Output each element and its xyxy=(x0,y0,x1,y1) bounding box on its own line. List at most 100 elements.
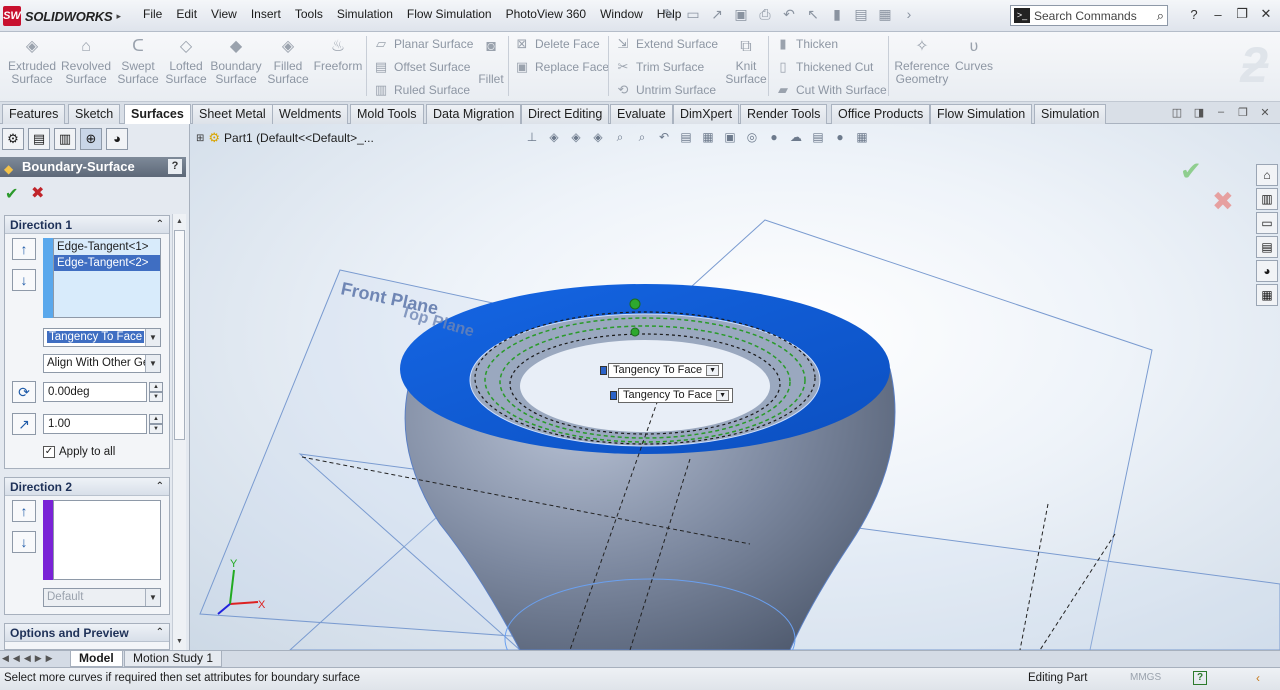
spin-down-icon[interactable]: ▼ xyxy=(149,424,163,434)
chevron-down-icon[interactable]: ▼ xyxy=(716,390,730,401)
chevron-down-icon[interactable]: ▼ xyxy=(145,355,160,372)
feature-tree-icon[interactable]: ⚙ xyxy=(2,128,24,150)
tab-office-products[interactable]: Office Products xyxy=(831,104,931,124)
draft-angle-field[interactable]: 0.00deg ▲ ▼ xyxy=(43,382,163,402)
tangent-length-input[interactable]: 1.00 xyxy=(43,414,147,434)
menu-flow-simulation[interactable]: Flow Simulation xyxy=(400,7,499,21)
open-icon[interactable]: ↗ xyxy=(708,5,726,23)
property-manager-icon[interactable]: ▤ xyxy=(28,128,50,150)
spin-down-icon[interactable]: ▼ xyxy=(149,392,163,402)
tab-sketch[interactable]: Sketch xyxy=(68,104,121,124)
options-icon[interactable]: ▦ xyxy=(876,5,894,23)
trim-surface-button[interactable]: ✂ Trim Surface xyxy=(614,57,705,77)
print-icon[interactable]: ⎙ xyxy=(756,5,774,23)
move-up-button[interactable]: ↑ xyxy=(12,238,36,260)
apply-scene-icon[interactable]: ☁ xyxy=(788,129,804,145)
thickened-cut-button[interactable]: ▯ Thickened Cut xyxy=(774,57,873,77)
tangency-callout-1[interactable]: Tangency To Face ▼ xyxy=(600,363,723,378)
search-input[interactable]: Search Commands xyxy=(1034,9,1157,23)
custom-properties-icon[interactable]: ▦ xyxy=(1256,284,1278,306)
scroll-up-icon[interactable]: ▲ xyxy=(174,215,185,229)
realview-icon[interactable]: ● xyxy=(832,129,848,145)
filled-surface-button[interactable]: ◈ Filled Surface xyxy=(262,39,314,86)
display-manager-icon[interactable]: ◕ xyxy=(106,128,128,150)
tangency-type-select[interactable]: Tangency To Face ▼ xyxy=(43,328,161,347)
tab-motion-study-1[interactable]: Motion Study 1 xyxy=(124,651,223,667)
spin-up-icon[interactable]: ▲ xyxy=(149,414,163,424)
feature-tree-flyout[interactable]: ⊞ ⚙ Part1 (Default<<Default>_... xyxy=(196,130,374,146)
tab-render-tools[interactable]: Render Tools xyxy=(740,104,828,124)
tab-weldments[interactable]: Weldments xyxy=(272,104,349,124)
more-icon[interactable]: › xyxy=(900,5,918,23)
isometric-view-icon[interactable]: ◈ xyxy=(568,129,584,145)
list-item[interactable]: Edge-Tangent<2> xyxy=(54,255,160,271)
tangent-length-stepper[interactable]: ▲ ▼ xyxy=(149,414,163,434)
tab-direct-editing[interactable]: Direct Editing xyxy=(521,104,610,124)
list-item[interactable]: Edge-Tangent<1> xyxy=(54,239,160,255)
curves-button[interactable]: ʋ Curves xyxy=(948,39,1000,73)
minimize-icon[interactable]: – xyxy=(1210,7,1226,22)
menu-window[interactable]: Window xyxy=(593,7,650,21)
extend-surface-button[interactable]: ⇲ Extend Surface xyxy=(614,34,719,54)
view-orientation-icon[interactable]: ⊥ xyxy=(524,129,540,145)
draft-angle-stepper[interactable]: ▲ ▼ xyxy=(149,382,163,402)
doc-minimize-icon[interactable]: – xyxy=(1214,106,1228,119)
menu-insert[interactable]: Insert xyxy=(244,7,288,21)
previous-view-icon[interactable]: ↶ xyxy=(656,129,672,145)
appearances-icon[interactable]: ◕ xyxy=(1256,260,1278,282)
knit-surface-button[interactable]: ⧉ Knit Surface xyxy=(720,39,772,86)
options-preview-header[interactable]: Options and Preview ⌃ xyxy=(5,624,169,642)
chevron-down-icon[interactable]: ▼ xyxy=(145,329,160,346)
rebuild-icon[interactable]: ▮ xyxy=(828,5,846,23)
help-button[interactable]: ? xyxy=(168,159,182,174)
tab-flow-simulation[interactable]: Flow Simulation xyxy=(930,104,1033,124)
view-settings-icon[interactable]: ▤ xyxy=(810,129,826,145)
search-commands[interactable]: >_ Search Commands ⌕ xyxy=(1010,5,1168,26)
boundary-surface-button[interactable]: ◆ Boundary Surface xyxy=(210,39,262,86)
home-icon[interactable]: ⌂ xyxy=(1256,164,1278,186)
lofted-surface-button[interactable]: ◇ Lofted Surface xyxy=(160,39,212,86)
model-scene[interactable]: Front Plane Top Plane X Y xyxy=(190,124,1280,650)
ok-button[interactable]: ✔ xyxy=(5,184,18,204)
confirmation-cancel-icon[interactable]: ✖ xyxy=(1212,186,1234,217)
tab-navigation-icon[interactable]: ◀◀◀▶▶ xyxy=(2,653,57,664)
trimetric-view-icon[interactable]: ◈ xyxy=(590,129,606,145)
dimxpert-manager-icon[interactable]: ⊕ xyxy=(80,128,102,150)
menu-edit[interactable]: Edit xyxy=(169,7,204,21)
collapse-icon[interactable]: ⌃ xyxy=(156,478,164,496)
direction1-selection-list[interactable]: Edge-Tangent<1> Edge-Tangent<2> xyxy=(53,238,161,318)
graphics-area[interactable]: Front Plane Top Plane X Y ⊞ ⚙ Part1 (Def… xyxy=(190,124,1280,650)
chevron-down-icon[interactable]: ▼ xyxy=(706,365,720,376)
tab-simulation[interactable]: Simulation xyxy=(1034,104,1107,124)
cut-with-surface-button[interactable]: ▰ Cut With Surface xyxy=(774,80,887,100)
section-view-icon[interactable]: ▤ xyxy=(678,129,694,145)
reference-geometry-button[interactable]: ✧ Reference Geometry xyxy=(894,39,950,86)
tab-evaluate[interactable]: Evaluate xyxy=(610,104,673,124)
tab-mold-tools[interactable]: Mold Tools xyxy=(350,104,424,124)
status-expand-icon[interactable]: ‹ xyxy=(1256,671,1260,685)
direction2-header[interactable]: Direction 2 ⌃ xyxy=(5,478,169,496)
checkbox-check-icon[interactable]: ✓ xyxy=(43,446,55,458)
extruded-surface-button[interactable]: ◈ Extruded Surface xyxy=(6,39,58,86)
pin-icon[interactable]: ✎ xyxy=(660,5,678,23)
select-icon[interactable]: ↖ xyxy=(804,5,822,23)
menu-photoview[interactable]: PhotoView 360 xyxy=(499,7,594,21)
offset-surface-button[interactable]: ▤ Offset Surface xyxy=(372,57,471,77)
collapse-icon[interactable]: ⌃ xyxy=(156,216,164,234)
display-style-icon[interactable]: ▣ xyxy=(722,129,738,145)
untrim-surface-button[interactable]: ⟲ Untrim Surface xyxy=(614,80,716,100)
edit-appearance-icon[interactable]: ● xyxy=(766,129,782,145)
help-icon[interactable]: ? xyxy=(1186,7,1202,22)
restore-icon[interactable]: ❐ xyxy=(1234,6,1250,22)
solidworks-logo[interactable]: SW SOLIDWORKS ▸ xyxy=(3,5,121,27)
tangency-callout-2[interactable]: Tangency To Face ▼ xyxy=(610,388,733,403)
move-down-button[interactable]: ↓ xyxy=(12,269,36,291)
swept-surface-button[interactable]: ᑕ Swept Surface xyxy=(112,39,164,86)
direction1-header[interactable]: Direction 1 ⌃ xyxy=(5,216,169,234)
tab-data-migration[interactable]: Data Migration xyxy=(426,104,522,124)
view-orientation-dropdown-icon[interactable]: ▦ xyxy=(700,129,716,145)
tab-features[interactable]: Features xyxy=(2,104,66,124)
tab-model[interactable]: Model xyxy=(70,651,123,667)
tangent-length-field[interactable]: 1.00 ▲ ▼ xyxy=(43,414,163,434)
close-icon[interactable]: ✕ xyxy=(1258,6,1274,22)
